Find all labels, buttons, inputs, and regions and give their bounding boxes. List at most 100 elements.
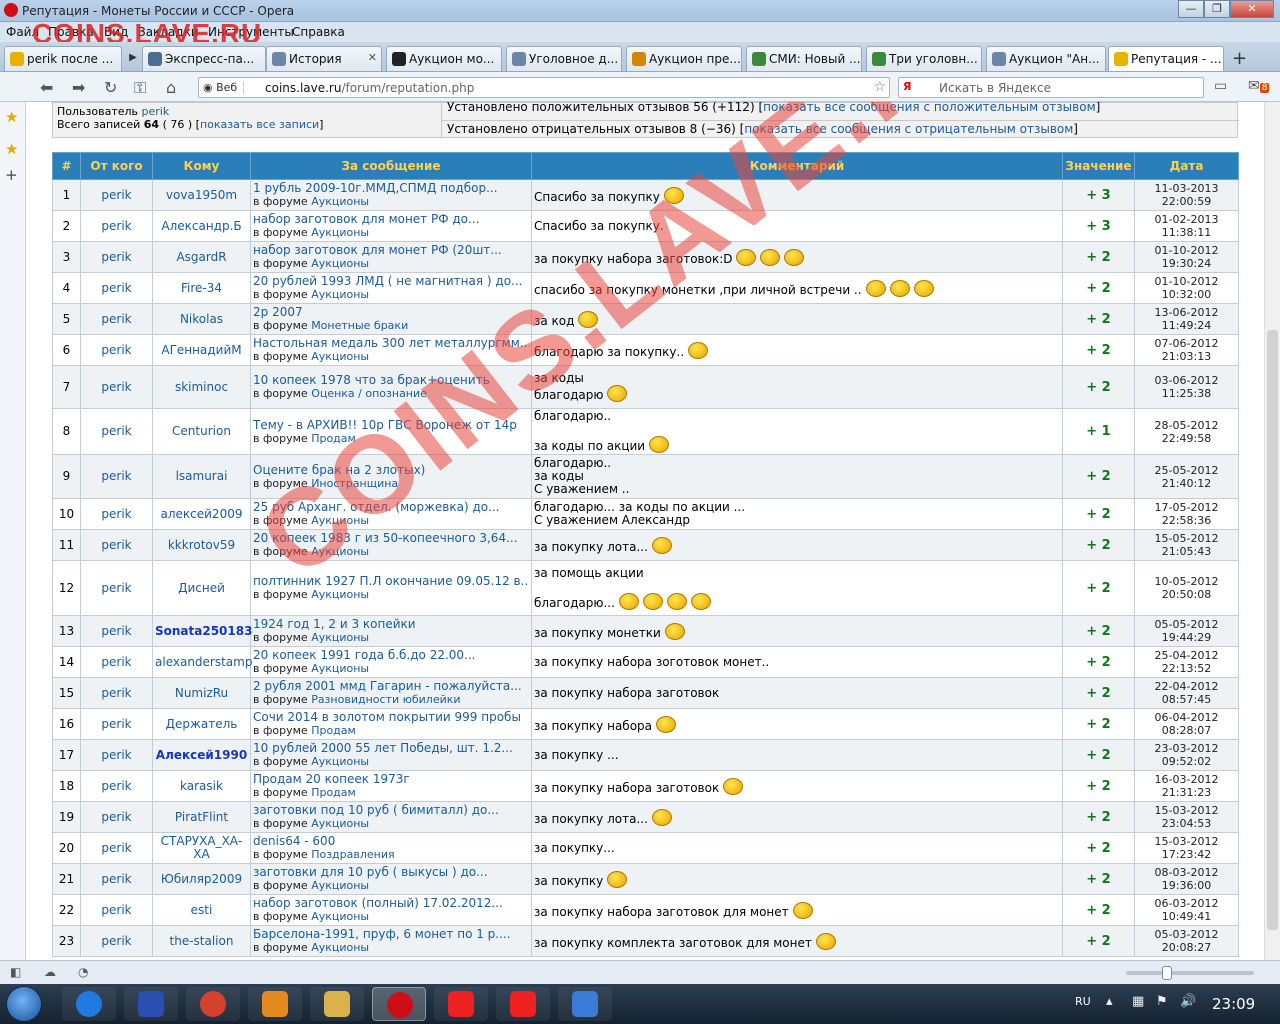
close-button[interactable]: ✕ — [1230, 0, 1274, 18]
from-user-link[interactable]: perik — [80, 832, 153, 864]
message-link[interactable]: 2 рубля 2001 ммд Гагарин - пожалуйста... — [253, 680, 529, 693]
from-user-link[interactable]: perik — [80, 210, 153, 242]
to-user-link[interactable]: PiratFlint — [152, 801, 251, 833]
to-user-link[interactable]: karasik — [152, 770, 251, 802]
bookmark-star-icon[interactable]: ★ — [5, 108, 18, 126]
minimize-button[interactable]: — — [1178, 0, 1204, 18]
zoom-slider[interactable] — [1126, 966, 1254, 980]
tab-2[interactable]: История ✕ — [266, 46, 382, 71]
start-button[interactable] — [6, 986, 42, 1022]
to-user-link[interactable]: vova1950m — [152, 179, 251, 211]
forum-link[interactable]: Аукционы — [311, 545, 369, 558]
message-link[interactable]: набор заготовок для монет РФ (20шт... — [253, 244, 529, 257]
tab-9-active[interactable]: Репутация - ... — [1108, 46, 1224, 71]
forum-link[interactable]: Разновидности юбилейки — [311, 693, 460, 706]
message-link[interactable]: Сочи 2014 в золотом покрытии 999 пробы — [253, 711, 529, 724]
search-input[interactable]: Я Искать в Яндексе — [898, 77, 1204, 98]
to-user-link[interactable]: АГеннадийМ — [152, 334, 251, 366]
to-user-link[interactable]: Алексей1990 — [152, 739, 251, 771]
clock[interactable]: 23:09 — [1212, 995, 1255, 1013]
from-user-link[interactable]: perik — [80, 863, 153, 895]
tab-3[interactable]: Аукцион мо... — [386, 46, 502, 71]
from-user-link[interactable]: perik — [80, 303, 153, 335]
key-icon[interactable]: ⚿ — [134, 78, 146, 98]
from-user-link[interactable]: perik — [80, 241, 153, 273]
from-user-link[interactable]: perik — [80, 560, 153, 616]
reload-icon[interactable]: ↻ — [104, 78, 117, 97]
message-link[interactable]: 1 рубль 2009-10г.ММД,СПМД подбор... — [253, 182, 529, 195]
message-link[interactable]: Барселона-1991, пруф, 6 монет по 1 р.... — [253, 928, 529, 941]
message-link[interactable]: Настольная медаль 300 лет металлургмм... — [253, 337, 529, 350]
forum-link[interactable]: Продам — [311, 724, 356, 737]
forum-link[interactable]: Аукционы — [311, 588, 369, 601]
from-user-link[interactable]: perik — [80, 365, 153, 409]
message-link[interactable]: Оцените брак на 2 злотых) — [253, 464, 529, 477]
to-user-link[interactable]: Nikolas — [152, 303, 251, 335]
from-user-link[interactable]: perik — [80, 770, 153, 802]
add-panel-plus-icon[interactable]: + — [5, 166, 18, 184]
tab-close-icon[interactable]: ✕ — [368, 51, 377, 64]
to-user-link[interactable]: Юбиляр2009 — [152, 863, 251, 895]
to-user-link[interactable]: lsamurai — [152, 454, 251, 499]
to-user-link[interactable]: alexanderstamp — [152, 646, 252, 678]
message-link[interactable]: 10 копеек 1978 что за брак+оценить — [253, 374, 529, 387]
forum-link[interactable]: Аукционы — [311, 879, 369, 892]
message-link[interactable]: 10 рублей 2000 55 лет Победы, шт. 1.2... — [253, 742, 529, 755]
forum-link[interactable]: Аукционы — [311, 514, 369, 527]
bookmark-star-icon[interactable]: ★ — [5, 140, 18, 158]
forward-arrow-icon[interactable]: ➡ — [72, 78, 85, 97]
menu-help[interactable]: Справка — [292, 25, 345, 39]
forum-link[interactable]: Иностранщина — [311, 477, 398, 490]
from-user-link[interactable]: perik — [80, 801, 153, 833]
forum-link[interactable]: Аукционы — [311, 817, 369, 830]
from-user-link[interactable]: perik — [80, 677, 153, 709]
from-user-link[interactable]: perik — [80, 179, 153, 211]
from-user-link[interactable]: perik — [80, 925, 153, 957]
taskbar-app-opera[interactable] — [372, 987, 426, 1021]
to-user-link[interactable]: Александр.Б — [152, 210, 251, 242]
taskbar-app-audio[interactable] — [558, 987, 612, 1021]
zoom-slider-knob[interactable] — [1162, 966, 1172, 980]
message-link[interactable]: набор заготовок для монет РФ до... — [253, 213, 529, 226]
from-user-link[interactable]: perik — [80, 498, 153, 530]
speed-gauge-icon[interactable]: ◔ — [78, 965, 88, 979]
to-user-link[interactable]: алексей2009 — [152, 498, 251, 530]
from-user-link[interactable]: perik — [80, 454, 153, 499]
vertical-scrollbar[interactable] — [1264, 102, 1280, 960]
from-user-link[interactable]: perik — [80, 894, 153, 926]
forum-link[interactable]: Аукционы — [311, 755, 369, 768]
from-user-link[interactable]: perik — [80, 529, 153, 561]
forum-link[interactable]: Продам — [311, 432, 356, 445]
forum-link[interactable]: Аукционы — [311, 288, 369, 301]
mail-icon[interactable]: ✉ 8 — [1248, 78, 1270, 94]
forum-link[interactable]: Аукционы — [311, 195, 369, 208]
scrollbar-thumb[interactable] — [1267, 330, 1278, 930]
tab-0[interactable]: perik после ... — [4, 46, 122, 71]
to-user-link[interactable]: Fire-34 — [152, 272, 251, 304]
forum-link[interactable]: Аукционы — [311, 226, 369, 239]
show-all-records-link[interactable]: показать все записи — [200, 118, 319, 131]
to-user-link[interactable]: Centurion — [152, 408, 251, 455]
col-header-date[interactable]: Дата — [1134, 152, 1239, 180]
show-negative-link[interactable]: показать все сообщения с отрицательным о… — [744, 122, 1073, 136]
message-link[interactable]: Тему - в АРХИВ!! 10р ГВС Воронеж от 14р — [253, 419, 529, 432]
forum-link[interactable]: Аукционы — [311, 631, 369, 644]
col-header-value[interactable]: Значение — [1062, 152, 1135, 180]
to-user-link[interactable]: СТАРУХА_ХА-ХА — [152, 832, 251, 864]
forum-link[interactable]: Аукционы — [311, 257, 369, 270]
volume-icon[interactable]: 🔊 — [1180, 994, 1196, 1009]
to-user-link[interactable]: Дисней — [152, 560, 251, 616]
tray-expand-icon[interactable]: ▴ — [1106, 994, 1113, 1009]
show-positive-link[interactable]: показать все сообщения с положительным о… — [763, 102, 1096, 114]
col-header-comment[interactable]: Комментарий — [531, 152, 1063, 180]
tab-4[interactable]: Уголовное д... — [506, 46, 622, 71]
tab-7[interactable]: Три уголовн... — [866, 46, 982, 71]
to-user-link[interactable]: esti — [152, 894, 251, 926]
tab-1[interactable]: Экспресс-па... — [142, 46, 266, 71]
turbo-cloud-icon[interactable]: ☁ — [44, 965, 56, 979]
from-user-link[interactable]: perik — [80, 646, 153, 678]
taskbar-app-yandex-browser[interactable] — [496, 987, 550, 1021]
col-header-from[interactable]: От кого — [80, 152, 153, 180]
new-tab-plus-icon[interactable]: + — [1232, 48, 1247, 69]
forum-link[interactable]: Поздравления — [311, 848, 394, 861]
